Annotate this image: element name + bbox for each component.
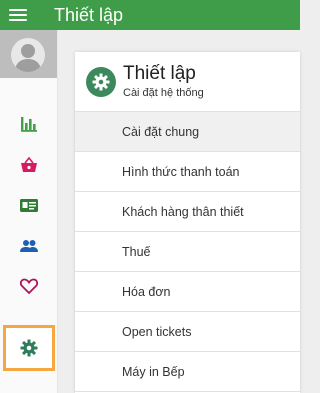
menu-item-tax[interactable]: Thuế: [75, 232, 300, 272]
hamburger-menu-icon[interactable]: [9, 9, 27, 23]
sidebar: [0, 30, 58, 393]
basket-icon: [20, 156, 37, 172]
menu-item-payment-methods[interactable]: Hình thức thanh toán: [75, 152, 300, 192]
sidebar-item-reports[interactable]: [0, 104, 57, 144]
settings-gear-icon: [86, 67, 116, 97]
menu-item-loyal-customers[interactable]: Khách hàng thân thiết: [75, 192, 300, 232]
page-subtitle: Cài đặt hệ thống: [123, 87, 204, 99]
page-title: Thiết lập: [123, 63, 196, 84]
sidebar-item-favorites[interactable]: [0, 266, 57, 306]
app-bar-title: Thiết lập: [54, 5, 124, 25]
gear-icon: [20, 339, 38, 357]
menu-item-kitchen-printer[interactable]: Máy in Bếp: [75, 352, 300, 392]
people-icon: [19, 240, 38, 252]
menu-item-invoice[interactable]: Hóa đơn: [75, 272, 300, 312]
heart-icon: [19, 278, 38, 295]
sidebar-item-sales[interactable]: [0, 145, 57, 185]
bar-chart-icon: [20, 117, 37, 132]
sidebar-item-customers[interactable]: [0, 185, 57, 225]
sidebar-item-employees[interactable]: [0, 226, 57, 266]
menu-item-general-settings[interactable]: Cài đặt chung: [75, 112, 300, 152]
app-bar: Thiết lập: [0, 0, 300, 30]
menu-item-open-tickets[interactable]: Open tickets: [75, 312, 300, 352]
id-card-icon: [19, 199, 38, 212]
sidebar-item-settings[interactable]: [3, 325, 55, 371]
avatar[interactable]: [0, 30, 57, 78]
panel-header: Thiết lập Cài đặt hệ thống: [75, 52, 300, 112]
user-avatar-icon: [11, 38, 45, 72]
settings-panel: Thiết lập Cài đặt hệ thống Cài đặt chung…: [75, 52, 300, 393]
